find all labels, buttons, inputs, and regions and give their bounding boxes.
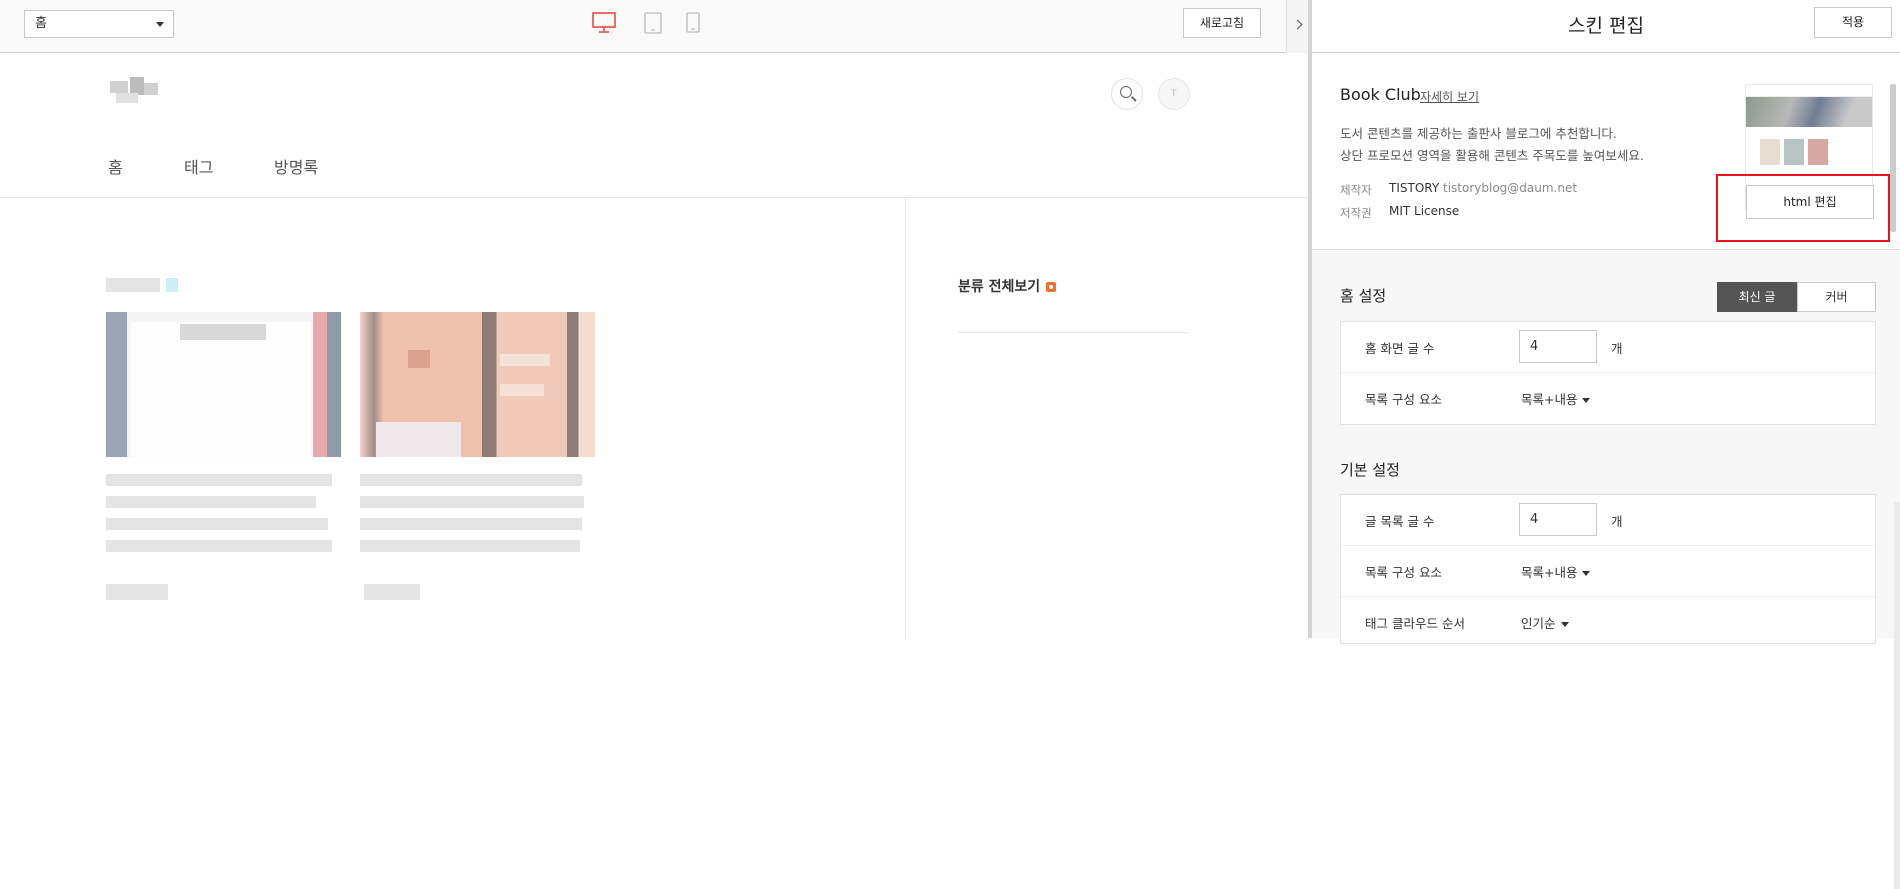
search-icon [1120, 86, 1132, 98]
blog-nav-guestbook[interactable]: 방명록 [274, 154, 318, 178]
blurred-text [106, 496, 316, 508]
maker-name: TISTORY [1389, 181, 1440, 195]
blurred-text [360, 540, 580, 552]
blurred-text [106, 474, 332, 486]
list-elements-dropdown[interactable]: 목록+내용 [1521, 562, 1591, 581]
home-settings-title: 홈 설정 [1340, 287, 1387, 305]
setting-row: 글 목록 글 수 4 개 [1341, 495, 1875, 546]
setting-row: 태그 클라우드 순서 인기순 [1341, 597, 1875, 648]
skin-description: 상단 프로모션 영역을 활용해 콘텐츠 주목도를 높여보세요. [1340, 148, 1644, 163]
scrollbar[interactable] [1890, 84, 1896, 232]
page-select[interactable]: 홈 [24, 10, 174, 38]
row-label: 홈 화면 글 수 [1365, 341, 1435, 356]
skin-info: Book Club 자세히 보기 도서 콘텐츠를 제공하는 출판사 블로그에 추… [1312, 54, 1900, 250]
dropdown-value: 인기순 [1521, 616, 1556, 631]
blurred-text [106, 518, 328, 530]
refresh-button[interactable]: 새로고침 [1183, 8, 1261, 38]
basic-settings-title: 기본 설정 [1340, 461, 1400, 479]
maker-label: 제작자 [1340, 183, 1372, 197]
license-value: MIT License [1389, 204, 1460, 218]
blurred-text [360, 474, 582, 486]
basic-settings-box: 글 목록 글 수 4 개 목록 구성 요소 목록+내용 태그 클라우드 순서 인… [1340, 494, 1876, 644]
caret-down-icon [1582, 571, 1591, 576]
profile-avatar[interactable]: T [1158, 78, 1190, 110]
chevron-down-icon [156, 22, 164, 27]
row-label: 글 목록 글 수 [1365, 514, 1435, 529]
panel-header: 스킨 편집 적용 [1312, 0, 1900, 53]
skin-description: 도서 콘텐츠를 제공하는 출판사 블로그에 추천합니다. [1340, 126, 1617, 141]
skin-detail-link[interactable]: 자세히 보기 [1420, 88, 1479, 105]
scrollbar[interactable] [1894, 502, 1900, 889]
maker-value: TISTORY tistoryblog@daum.net [1389, 181, 1577, 195]
list-elements-dropdown[interactable]: 목록+내용 [1521, 389, 1591, 408]
list-post-count-input[interactable]: 4 [1519, 503, 1597, 536]
blog-logo[interactable] [106, 77, 168, 107]
setting-row: 홈 화면 글 수 4 개 [1341, 322, 1875, 373]
blurred-text [106, 540, 332, 552]
setting-row: 목록 구성 요소 목록+내용 [1341, 546, 1875, 597]
maker-email: tistoryblog@daum.net [1443, 181, 1578, 195]
caret-down-icon [1560, 622, 1569, 627]
skin-name: Book Club [1340, 85, 1421, 104]
preview-pane: 홈 새로고침 T 홈 태그 방명록 분류 전체보기 [0, 0, 1308, 638]
skin-edit-panel: 스킨 편집 적용 Book Club 자세히 보기 도서 콘텐츠를 제공하는 출… [1308, 0, 1900, 889]
apply-button[interactable]: 적용 [1814, 7, 1892, 38]
collapse-panel-toggle[interactable] [1286, 0, 1308, 53]
divider [958, 332, 1188, 333]
blurred-text [364, 584, 420, 600]
chevron-right-icon [1292, 19, 1303, 30]
rss-icon[interactable] [1046, 282, 1056, 292]
desktop-icon[interactable] [592, 12, 616, 34]
divider [905, 198, 906, 638]
dropdown-value: 목록+내용 [1521, 565, 1578, 580]
divider [0, 197, 1308, 198]
blurred-heading [166, 278, 178, 292]
row-label: 목록 구성 요소 [1365, 565, 1442, 580]
caret-down-icon [1582, 398, 1591, 403]
tablet-icon[interactable] [644, 12, 662, 34]
tab-cover[interactable]: 커버 [1797, 282, 1876, 312]
blurred-heading [106, 278, 160, 292]
blurred-text [360, 518, 582, 530]
license-label: 저작권 [1340, 206, 1372, 220]
home-post-count-input[interactable]: 4 [1519, 330, 1597, 363]
search-button[interactable] [1111, 78, 1143, 110]
settings-area: 홈 설정 최신 글 커버 홈 화면 글 수 4 개 목록 구성 요소 목록+내용… [1312, 251, 1900, 889]
preview-toolbar: 홈 새로고침 [0, 0, 1308, 53]
row-label: 목록 구성 요소 [1365, 392, 1442, 407]
unit-label: 개 [1611, 514, 1623, 529]
tag-cloud-order-dropdown[interactable]: 인기순 [1521, 613, 1569, 632]
page-select-value: 홈 [35, 16, 47, 31]
tab-latest-posts[interactable]: 최신 글 [1717, 282, 1797, 312]
dropdown-value: 목록+내용 [1521, 392, 1578, 407]
blog-nav-home[interactable]: 홈 [108, 154, 123, 178]
home-settings-box: 홈 화면 글 수 4 개 목록 구성 요소 목록+내용 [1340, 321, 1876, 425]
blurred-text [106, 584, 168, 600]
blurred-text [360, 496, 584, 508]
unit-label: 개 [1611, 341, 1623, 356]
row-label: 태그 클라우드 순서 [1365, 616, 1465, 631]
blog-nav-tag[interactable]: 태그 [184, 154, 213, 178]
panel-title: 스킨 편집 [1568, 15, 1644, 37]
post-thumbnail[interactable] [106, 312, 341, 457]
post-thumbnail[interactable] [360, 312, 595, 457]
category-all-link[interactable]: 분류 전체보기 [958, 276, 1040, 296]
setting-row: 목록 구성 요소 목록+내용 [1341, 373, 1875, 424]
mobile-icon[interactable] [686, 12, 700, 34]
html-edit-button[interactable]: html 편집 [1746, 185, 1874, 219]
